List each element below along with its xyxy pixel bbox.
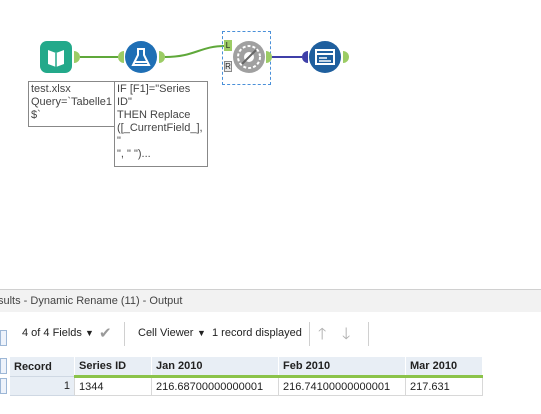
table-cell[interactable]: 1344 bbox=[74, 376, 152, 396]
table-cell[interactable]: 216.74100000000001 bbox=[278, 376, 406, 396]
results-grid[interactable]: Record Series ID Jan 2010 Feb 2010 Mar 2… bbox=[10, 357, 483, 396]
results-window-title: sults - Dynamic Rename (11) - Output bbox=[0, 289, 541, 313]
column-header-feb-2010[interactable]: Feb 2010 bbox=[278, 357, 406, 378]
saw-blade-icon bbox=[237, 45, 261, 69]
arrow-up-icon[interactable]: 🡑 bbox=[318, 323, 326, 350]
column-header-jan-2010[interactable]: Jan 2010 bbox=[151, 357, 279, 378]
side-tab-button-3[interactable] bbox=[0, 378, 7, 394]
fields-selector[interactable]: 4 of 4 Fields bbox=[22, 327, 82, 339]
column-header-record[interactable]: Record bbox=[10, 357, 75, 377]
anchor-l[interactable]: L bbox=[224, 40, 232, 51]
record-number-cell[interactable]: 1 bbox=[10, 376, 75, 396]
fields-dropdown-icon[interactable]: ▼ bbox=[85, 328, 94, 338]
workflow-canvas[interactable]: L R test.xlsx Query=`Tabelle1 $` IF [F1]… bbox=[0, 0, 541, 285]
toolbar-separator bbox=[124, 322, 125, 346]
connection-formula-rename bbox=[164, 45, 226, 58]
formula-annotation: IF [F1]="Series ID" THEN Replace ([_Curr… bbox=[114, 81, 208, 167]
checkmark-icon[interactable]: ✔ bbox=[99, 324, 112, 342]
toolbar-separator bbox=[309, 322, 310, 346]
browse-input-anchor[interactable] bbox=[302, 51, 308, 63]
table-cell[interactable]: 216.68700000000001 bbox=[151, 376, 279, 396]
viewer-dropdown-icon[interactable]: ▼ bbox=[197, 328, 206, 338]
input-annotation: test.xlsx Query=`Tabelle1 $` bbox=[28, 81, 118, 127]
side-tab-button-2[interactable] bbox=[0, 358, 7, 374]
formula-tool[interactable] bbox=[125, 41, 157, 73]
browse-tool[interactable] bbox=[309, 41, 341, 73]
formula-input-anchor[interactable] bbox=[118, 51, 124, 63]
toolbar-separator bbox=[368, 322, 369, 346]
column-header-series-id[interactable]: Series ID bbox=[74, 357, 152, 378]
results-toolbar: 4 of 4 Fields ▼ ✔ Cell Viewer ▼ 1 record… bbox=[0, 312, 541, 356]
browse-icon bbox=[315, 49, 335, 65]
flask-icon bbox=[131, 48, 151, 66]
anchor-r[interactable]: R bbox=[224, 61, 232, 72]
table-row[interactable]: 1 1344 216.68700000000001 216.7410000000… bbox=[10, 376, 483, 396]
arrow-down-icon[interactable]: 🡓 bbox=[342, 323, 350, 350]
input-data-tool[interactable] bbox=[40, 41, 72, 73]
book-icon bbox=[48, 50, 64, 67]
side-tab-button-1[interactable] bbox=[0, 330, 7, 346]
header-row: Record Series ID Jan 2010 Feb 2010 Mar 2… bbox=[10, 357, 483, 378]
column-header-mar-2010[interactable]: Mar 2010 bbox=[405, 357, 483, 378]
records-displayed-label: 1 record displayed bbox=[212, 327, 302, 339]
cell-viewer-selector[interactable]: Cell Viewer bbox=[138, 327, 193, 339]
dynamic-rename-tool[interactable] bbox=[233, 41, 265, 73]
table-cell[interactable]: 217.631 bbox=[405, 376, 483, 396]
